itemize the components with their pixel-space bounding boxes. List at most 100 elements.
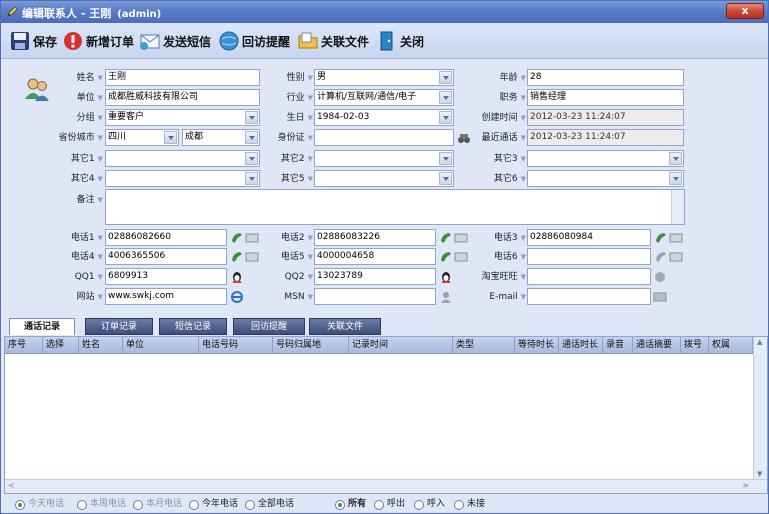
qq-penguin-icon[interactable] [230,270,244,284]
birthday-dropdown-icon[interactable] [439,111,452,124]
company-field[interactable]: 成都胜威科技有限公司 [105,89,260,106]
phone4-field[interactable]: 4006365506 [105,248,227,265]
qq2-field[interactable]: 13023789 [314,268,436,285]
column-header[interactable]: 等待时长 [515,337,559,354]
column-header[interactable]: 通话摘要 [633,337,681,354]
phone1-field[interactable]: 02886082660 [105,229,227,246]
dial-phone-icon[interactable] [439,231,453,245]
other1-dropdown-icon[interactable] [245,152,258,165]
industry-dropdown-icon[interactable] [439,91,452,104]
qq1-field[interactable]: 6809913 [105,268,227,285]
other5-select[interactable] [314,170,454,187]
sms-icon[interactable] [669,231,683,245]
age-field[interactable]: 28 [527,69,684,86]
column-header[interactable]: 记录时间 [349,337,453,354]
sms-icon[interactable] [245,231,259,245]
phone6-field[interactable] [527,248,651,265]
filter-week-radio[interactable]: 本周电话 [77,498,126,511]
other4-select[interactable] [105,170,260,187]
note-scrollbar[interactable] [671,190,684,224]
direction-outgoing-radio[interactable]: 呼出 [374,498,405,511]
wangwang-field[interactable] [527,268,651,285]
column-header[interactable]: 电话号码 [199,337,273,354]
send-sms-button[interactable]: 发送短信 [139,28,211,54]
column-header[interactable]: 序号 [5,337,43,354]
column-header[interactable]: 姓名 [79,337,123,354]
filter-year-radio[interactable]: 今年电话 [189,498,238,511]
phone3-field[interactable]: 02886080984 [527,229,651,246]
province-select[interactable]: 四川 [105,129,179,146]
wangwang-icon[interactable] [653,270,667,284]
call-records-grid[interactable]: 序号 选择 姓名 单位 电话号码 号码归属地 记录时间 类型 等待时长 通话时长… [4,336,768,494]
dial-phone-icon[interactable] [654,231,668,245]
tab-call-records[interactable]: 通话记录 [9,318,75,335]
other4-dropdown-icon[interactable] [245,172,258,185]
phone5-field[interactable]: 4000004658 [314,248,436,265]
group-select[interactable]: 重要客户 [105,109,260,126]
email-field[interactable] [527,288,651,305]
filter-month-radio[interactable]: 本月电话 [133,498,182,511]
dial-phone-icon[interactable] [230,250,244,264]
direction-incoming-radio[interactable]: 呼入 [414,498,445,511]
position-field[interactable]: 销售经理 [527,89,684,106]
filter-today-radio[interactable]: 今天电话 [15,498,64,511]
industry-select[interactable]: 计算机/互联网/通信/电子 [314,89,454,106]
column-header[interactable]: 号码归属地 [273,337,349,354]
new-order-button[interactable]: 新增订单 [62,28,134,54]
tab-sms-records[interactable]: 短信记录 [159,318,227,335]
direction-missed-radio[interactable]: 未接 [454,498,485,511]
other6-dropdown-icon[interactable] [669,172,682,185]
note-textarea[interactable] [105,189,685,225]
scroll-left-icon[interactable]: < [8,481,15,490]
close-button[interactable]: 关闭 [376,28,424,54]
msn-user-icon[interactable] [439,290,453,304]
scroll-right-icon[interactable]: > [742,481,749,490]
other3-select[interactable] [527,150,684,167]
id-card-field[interactable] [314,129,454,146]
group-dropdown-icon[interactable] [245,111,258,124]
other2-select[interactable] [314,150,454,167]
visit-reminder-button[interactable]: 回访提醒 [218,28,290,54]
tab-order-records[interactable]: 订单记录 [85,318,153,335]
gender-select[interactable]: 男 [314,69,454,86]
grid-horizontal-scrollbar[interactable]: < > [5,479,767,493]
close-window-button[interactable]: x [726,3,764,19]
other6-select[interactable] [527,170,684,187]
column-header[interactable]: 选择 [43,337,79,354]
save-button[interactable]: 保存 [9,28,57,54]
other2-dropdown-icon[interactable] [439,152,452,165]
direction-all-radio[interactable]: 所有 [335,498,366,511]
grid-vertical-scrollbar[interactable] [753,337,767,479]
sms-icon[interactable] [245,250,259,264]
gender-dropdown-icon[interactable] [439,71,452,84]
other1-select[interactable] [105,150,260,167]
filter-all-calls-radio[interactable]: 全部电话 [245,498,294,511]
column-header[interactable]: 拨号 [681,337,709,354]
sms-icon[interactable] [669,250,683,264]
qq-penguin-icon[interactable] [439,270,453,284]
website-field[interactable]: www.swkj.com [105,288,227,305]
birthday-picker[interactable]: 1984-02-03 [314,109,454,126]
column-header[interactable]: 录音 [603,337,633,354]
related-files-button[interactable]: 关联文件 [297,28,369,54]
other3-dropdown-icon[interactable] [669,152,682,165]
column-header[interactable]: 单位 [123,337,199,354]
other5-dropdown-icon[interactable] [439,172,452,185]
column-header[interactable]: 权属 [709,337,753,354]
column-header[interactable]: 类型 [453,337,515,354]
tab-visit-reminder[interactable]: 回访提醒 [233,318,305,335]
ie-browser-icon[interactable] [230,290,244,304]
dial-phone-icon[interactable] [230,231,244,245]
column-header[interactable]: 通话时长 [559,337,603,354]
title-bar[interactable]: 编辑联系人 - 王刚 (admin) x [1,1,768,23]
city-select[interactable]: 成都 [182,129,260,146]
email-icon[interactable] [653,290,667,304]
name-field[interactable]: 王刚 [105,69,260,86]
province-dropdown-icon[interactable] [164,131,177,144]
dial-phone-icon[interactable] [654,250,668,264]
phone2-field[interactable]: 02886083226 [314,229,436,246]
tab-related-files[interactable]: 关联文件 [309,318,381,335]
contact-form: 姓名 ▼ 王刚 性别 ▼ 男 年龄 ▼ 28 单位 ▼ 成都胜威科技有限公司 行业 ▼ 计… [1,59,768,314]
dial-phone-icon[interactable] [439,250,453,264]
msn-field[interactable] [314,288,436,305]
